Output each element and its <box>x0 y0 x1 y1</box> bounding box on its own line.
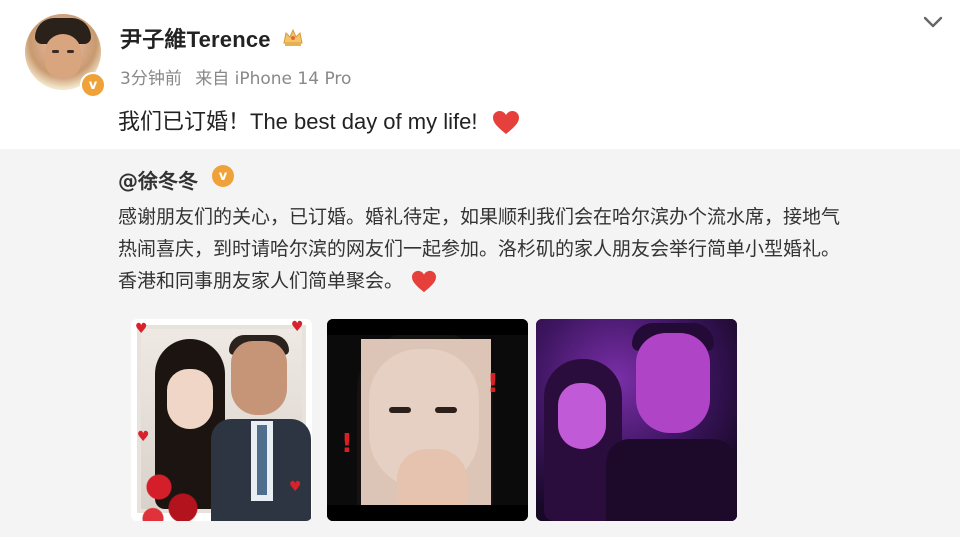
photo-figure <box>558 383 606 449</box>
crown-icon <box>283 28 303 46</box>
heart-icon: ♥ <box>135 321 148 337</box>
repost-card[interactable]: @徐冬冬 v 感谢朋友们的关心，已订婚。婚礼待定，如果顺利我们会在哈尔滨办个流水… <box>0 149 960 537</box>
weibo-post: v 尹子維Terence 3分钟前 来自 iPhone 14 Pro 我们已订婚… <box>0 0 960 537</box>
post-photo-1[interactable]: ♥ ♥ ♥ ♥ <box>131 319 312 521</box>
repost-username[interactable]: @徐冬冬 <box>118 165 198 194</box>
avatar-eye <box>52 50 59 53</box>
avatar-eye <box>67 50 74 53</box>
heart-icon <box>492 111 519 135</box>
photo-figure <box>435 407 457 413</box>
heart-icon <box>412 270 437 292</box>
repost-text-line-content: 香港和同事朋友家人们简单聚会。 <box>118 270 404 292</box>
photo-caption-bar <box>327 319 528 335</box>
username[interactable]: 尹子維Terence <box>120 22 271 54</box>
chevron-down-icon[interactable] <box>918 10 948 34</box>
avatar-face <box>45 34 81 78</box>
repost-text-line: 感谢朋友们的关心，已订婚。婚礼待定，如果顺利我们会在哈尔滨办个流水席，接地气 <box>118 206 841 228</box>
photo-figure <box>397 449 467 509</box>
photo-figure <box>167 369 213 429</box>
photo-frame <box>137 325 311 521</box>
exclamation-icon: ! <box>341 429 353 459</box>
repost-text: 感谢朋友们的关心，已订婚。婚礼待定，如果顺利我们会在哈尔滨办个流水席，接地气 热… <box>118 201 948 297</box>
post-photo-3[interactable] <box>536 319 737 521</box>
verified-badge-icon: v <box>212 165 234 187</box>
photo-figure <box>636 333 710 433</box>
photo-figure <box>389 407 411 413</box>
post-time[interactable]: 3分钟前 <box>120 69 182 89</box>
heart-icon: ♥ <box>291 319 304 335</box>
exclamation-icon: ! <box>487 369 499 399</box>
post-source: 来自 iPhone 14 Pro <box>195 69 352 89</box>
post-meta: 3分钟前 来自 iPhone 14 Pro <box>120 64 351 89</box>
heart-icon: ♥ <box>289 479 302 495</box>
post-text-content: 我们已订婚！The best day of my life! <box>118 109 478 134</box>
post-photo-2[interactable]: ! ! <box>327 319 528 521</box>
repost-text-line: 热闹喜庆，到时请哈尔滨的网友们一起参加。洛杉矶的家人朋友会举行简单小型婚礼。 <box>118 238 841 260</box>
post-text: 我们已订婚！The best day of my life! <box>118 104 520 136</box>
photo-flowers <box>141 459 201 521</box>
photo-figure <box>257 425 267 495</box>
verified-badge-icon: v <box>80 72 106 98</box>
photo-figure <box>606 439 737 521</box>
heart-icon: ♥ <box>137 429 150 445</box>
photo-figure <box>231 341 287 415</box>
photo-caption-bar <box>327 505 528 521</box>
repost-text-line-last: 香港和同事朋友家人们简单聚会。 <box>118 265 948 297</box>
